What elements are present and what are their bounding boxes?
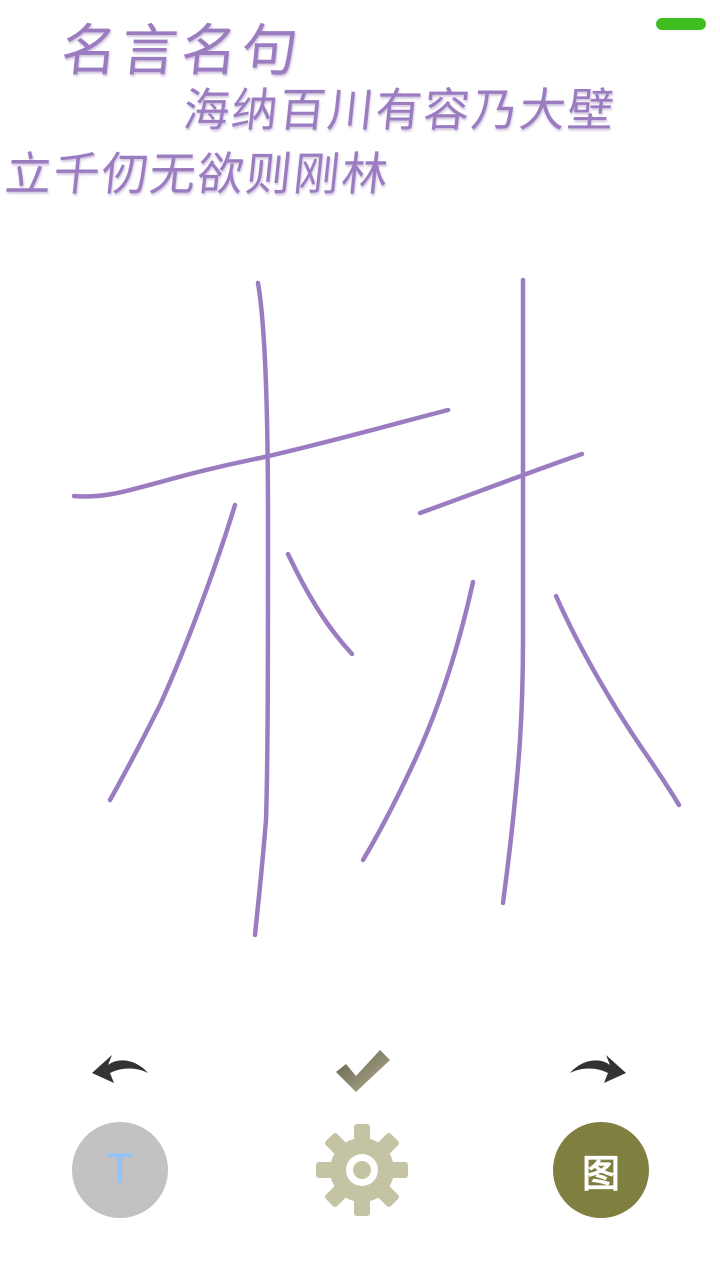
handwriting-screen: 名言名句 海纳百川有容乃大壁 立千仞无欲则刚林 T 图 (0, 0, 720, 1280)
text-mode-label: T (107, 1147, 133, 1193)
undo-arrow-icon (92, 1055, 148, 1083)
stroke-right-left-fall (360, 579, 476, 863)
undo-button[interactable] (84, 1046, 156, 1096)
redo-button[interactable] (562, 1046, 634, 1096)
stroke-right-horizontal (417, 451, 585, 516)
drawn-character-strokes (71, 277, 682, 938)
quote-handwriting: 名言名句 海纳百川有容乃大壁 立千仞无欲则刚林 (0, 0, 720, 220)
settings-button[interactable] (314, 1122, 410, 1218)
stroke-right-vertical (500, 277, 526, 906)
stroke-left-dot (285, 551, 355, 657)
stroke-left-vertical (252, 280, 271, 938)
gear-icon (316, 1124, 408, 1216)
stroke-right-right-fall (553, 593, 682, 808)
checkmark-icon (336, 1050, 390, 1092)
text-mode-button[interactable]: T (72, 1122, 168, 1218)
quote-line-1: 海纳百川有容乃大壁 (180, 83, 619, 137)
redo-arrow-icon (570, 1055, 626, 1083)
stroke-left-left-fall (107, 502, 238, 803)
status-indicator (656, 18, 706, 30)
confirm-button[interactable] (326, 1042, 398, 1098)
quote-line-2: 立千仞无欲则刚林 (2, 147, 393, 201)
stroke-left-horizontal (71, 407, 451, 499)
image-mode-button[interactable]: 图 (553, 1122, 649, 1218)
image-mode-label: 图 (581, 1151, 620, 1196)
